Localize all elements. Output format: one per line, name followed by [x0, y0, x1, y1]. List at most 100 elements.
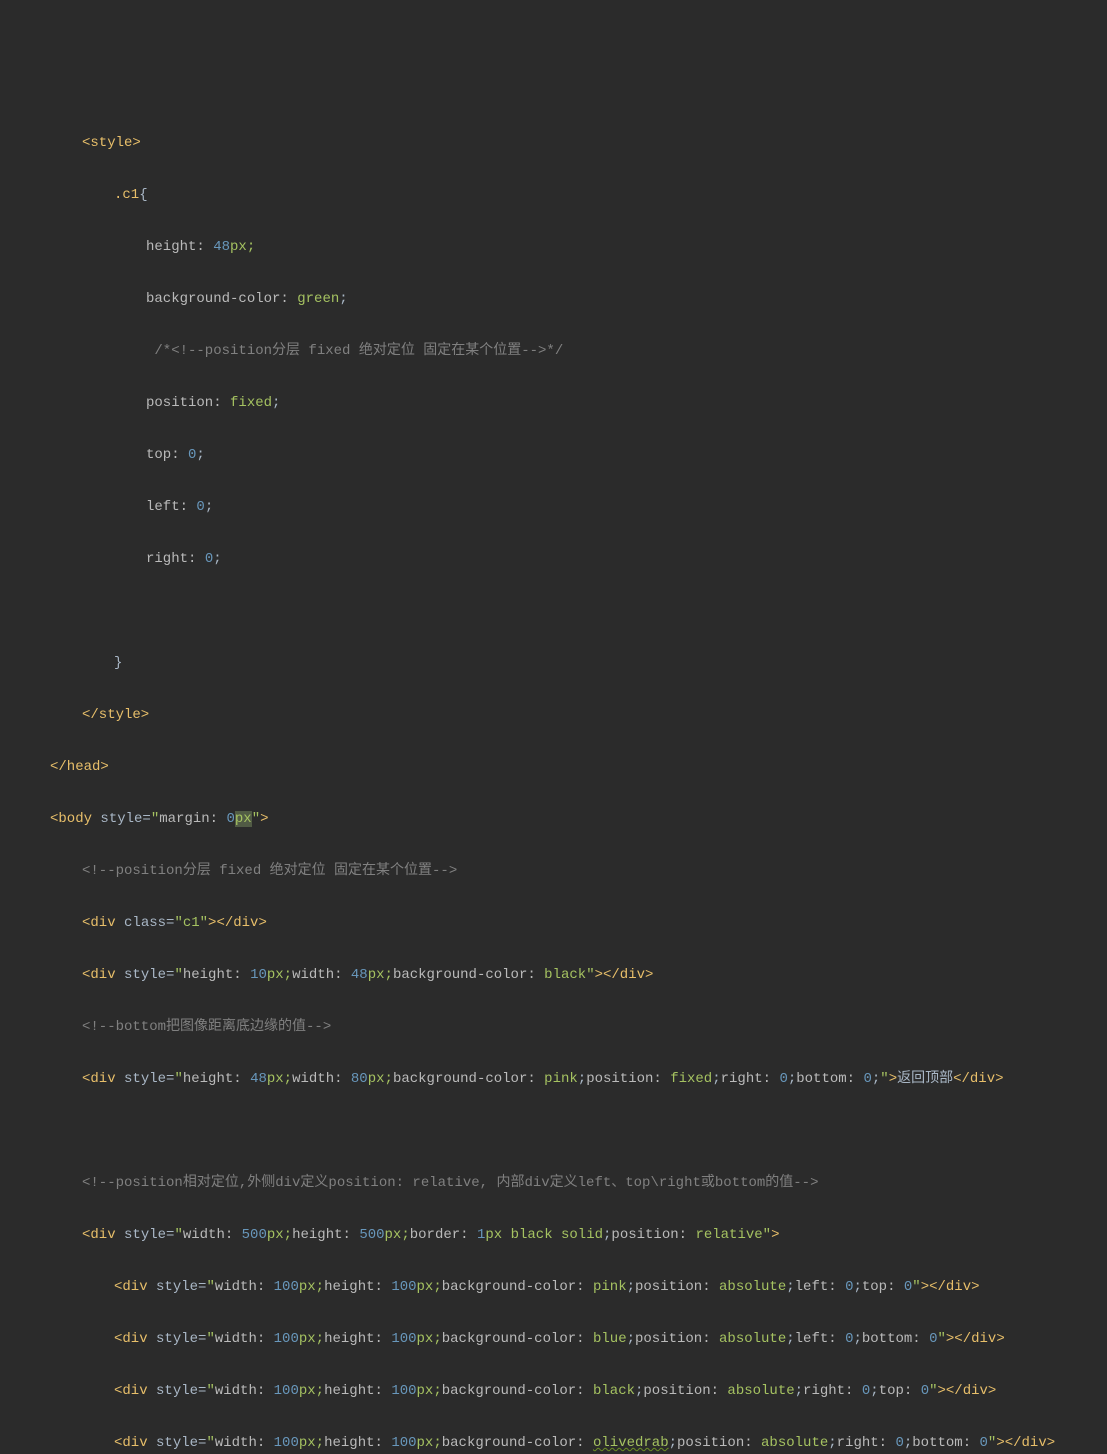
quote: " [880, 1071, 888, 1087]
code-line: <div style="height: 48px;width: 80px;bac… [10, 1066, 1107, 1092]
css-prop: border: [410, 1227, 477, 1243]
semi: ; [872, 1071, 880, 1087]
head-tag-close: </head> [50, 759, 109, 775]
semi: ; [205, 499, 213, 515]
css-num: 100 [274, 1383, 299, 1399]
attr: style= [124, 1227, 174, 1243]
div-close: ></div> [946, 1331, 1005, 1347]
div-tag: <div [82, 1071, 124, 1087]
code-line: <div style="width: 100px;height: 100px;b… [10, 1378, 1107, 1404]
css-prop: bottom: [796, 1071, 863, 1087]
comment: <!--bottom把图像距离底边缘的值--> [82, 1019, 331, 1035]
css-prop: height: [183, 1071, 250, 1087]
css-prop: position: [635, 1331, 719, 1347]
attr: style= [124, 1071, 174, 1087]
css-prop: left: [795, 1279, 845, 1295]
css-val: pink [593, 1279, 627, 1295]
semi: ; [339, 291, 347, 307]
semi: ; [904, 1435, 912, 1451]
code-line: <body style="margin: 0px"> [10, 806, 1107, 832]
css-prop: background-color: [442, 1331, 593, 1347]
semi: ; [712, 1071, 720, 1087]
css-prop: background-color: [393, 1071, 544, 1087]
code-line: </head> [10, 754, 1107, 780]
css-unit: px [485, 1227, 510, 1243]
css-prop: height: [146, 239, 205, 255]
code-line: /*<!--position分层 fixed 绝对定位 固定在某个位置-->*/ [10, 338, 1107, 364]
semi: ; [795, 1383, 803, 1399]
css-selector: .c1 [114, 187, 139, 203]
css-num: 48 [250, 1071, 267, 1087]
code-line: .c1{ [10, 182, 1107, 208]
div-close: </div> [953, 1071, 1003, 1087]
css-unit: px; [299, 1279, 324, 1295]
css-prop: background-color: [146, 291, 289, 307]
css-prop: position: [635, 1279, 719, 1295]
code-line: left: 0; [10, 494, 1107, 520]
css-prop: background-color: [393, 967, 544, 983]
css-prop: width: [292, 1071, 351, 1087]
css-num: 0 [921, 1383, 929, 1399]
css-val: pink [544, 1071, 578, 1087]
quote: " [988, 1435, 996, 1451]
semi: ; [828, 1435, 836, 1451]
quote: " [206, 1435, 214, 1451]
semi: ; [578, 1071, 586, 1087]
css-val: fixed [230, 395, 272, 411]
brace: { [139, 187, 147, 203]
css-num: 0 [895, 1435, 903, 1451]
code-line: <div style="width: 100px;height: 100px;b… [10, 1274, 1107, 1300]
semi: ; [627, 1279, 635, 1295]
css-val: absolute [761, 1435, 828, 1451]
code-line: } [10, 650, 1107, 676]
css-prop: bottom: [862, 1331, 929, 1347]
css-unit-highlighted: px [235, 811, 252, 827]
comment: <!--position相对定位,外侧div定义position: relati… [82, 1175, 818, 1191]
css-prop: left: [146, 499, 188, 515]
css-prop: top: [146, 447, 180, 463]
tag-close: > [889, 1071, 897, 1087]
css-num: 100 [274, 1331, 299, 1347]
quote: " [174, 967, 182, 983]
css-prop: height: [324, 1383, 391, 1399]
quote: " [252, 811, 260, 827]
quote: " [912, 1279, 920, 1295]
code-line: <div class="c1"></div> [10, 910, 1107, 936]
css-num: 0 [205, 551, 213, 567]
css-prop: background-color: [442, 1435, 593, 1451]
quote: " [174, 1227, 182, 1243]
code-editor[interactable]: <style> .c1{ height: 48px; background-co… [0, 104, 1107, 1454]
quote: " [929, 1383, 937, 1399]
css-num: 0 [929, 1331, 937, 1347]
css-val: black [544, 967, 586, 983]
css-val: absolute [727, 1383, 794, 1399]
css-prop: width: [215, 1279, 274, 1295]
code-line: position: fixed; [10, 390, 1107, 416]
code-line: <!--bottom把图像距离底边缘的值--> [10, 1014, 1107, 1040]
css-unit: px; [267, 967, 292, 983]
quote: " [586, 967, 594, 983]
semi: ; [635, 1383, 643, 1399]
attr: style= [100, 811, 150, 827]
css-num: 100 [391, 1279, 416, 1295]
css-prop: right: [837, 1435, 896, 1451]
code-line: <div style="width: 100px;height: 100px;b… [10, 1326, 1107, 1352]
css-num: 0 [196, 499, 204, 515]
css-num: 48 [351, 967, 368, 983]
css-num: 0 [980, 1435, 988, 1451]
quote: " [206, 1279, 214, 1295]
div-tag: <div [114, 1331, 156, 1347]
css-unit: px; [417, 1331, 442, 1347]
code-line: top: 0; [10, 442, 1107, 468]
css-num: 0 [904, 1279, 912, 1295]
css-num: 48 [213, 239, 230, 255]
blank-line [10, 598, 1107, 624]
css-prop: position: [611, 1227, 695, 1243]
css-val: absolute [719, 1331, 786, 1347]
text-content: 返回顶部 [897, 1071, 953, 1087]
css-unit: px; [368, 967, 393, 983]
attr: style= [156, 1331, 206, 1347]
code-line: <!--position相对定位,外侧div定义position: relati… [10, 1170, 1107, 1196]
semi: ; [853, 1279, 861, 1295]
code-line: <div style="height: 10px;width: 48px;bac… [10, 962, 1107, 988]
